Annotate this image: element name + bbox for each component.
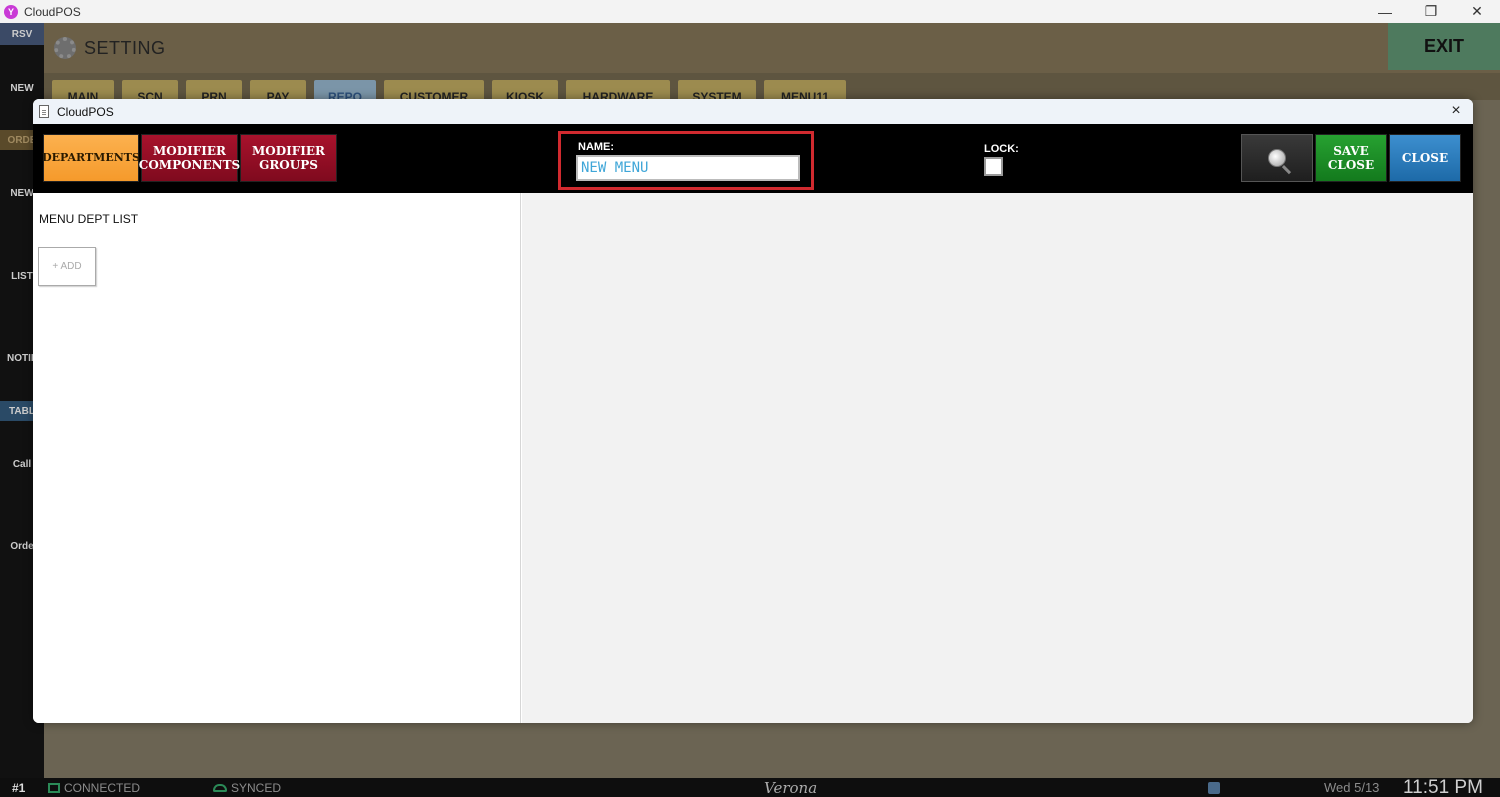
menu-dept-list-title: MENU DEPT LIST (39, 212, 139, 226)
close-button[interactable]: CLOSE (1389, 134, 1461, 182)
status-bar: #1 CONNECTED SYNCED Verona Wed 5/13 11:5… (0, 776, 1500, 797)
name-highlight-box: NAME: (558, 131, 814, 190)
cloudpos-app-icon: Y (4, 4, 18, 19)
connection-status: CONNECTED (48, 781, 140, 795)
document-icon (39, 105, 49, 118)
search-button[interactable] (1241, 134, 1313, 182)
terminal-number: #1 (12, 780, 26, 795)
status-date: Wed 5/13 (1324, 780, 1380, 795)
search-icon (1268, 149, 1286, 167)
window-close-icon[interactable]: ✕ (1454, 0, 1500, 23)
departments-button[interactable]: DEPARTMENTS (42, 134, 140, 182)
gear-icon (54, 37, 76, 59)
detail-panel (522, 193, 1473, 723)
modifier-components-label: MODIFIER COMPONENTS (138, 144, 241, 172)
device-icon (1208, 781, 1220, 794)
sidebar-item-rsv[interactable]: RSV (0, 23, 44, 45)
restore-icon[interactable]: ❐ (1408, 0, 1454, 23)
exit-button[interactable]: EXIT (1388, 23, 1500, 70)
monitor-icon (48, 782, 60, 793)
close-label: CLOSE (1401, 151, 1449, 165)
modifier-groups-button[interactable]: MODIFIER GROUPS (240, 134, 337, 182)
modifier-components-button[interactable]: MODIFIER COMPONENTS (138, 134, 241, 182)
os-window-title: CloudPOS (24, 4, 81, 19)
status-time: 11:51 PM (1403, 776, 1483, 797)
dialog-toolbar: DEPARTMENTS MODIFIER COMPONENTS MODIFIER… (33, 124, 1473, 193)
dialog-close-icon[interactable]: × (1447, 102, 1465, 120)
menu-name-input[interactable] (576, 155, 800, 181)
minimize-icon[interactable]: — (1362, 0, 1408, 23)
add-department-button[interactable]: + ADD (38, 247, 96, 286)
save-close-button[interactable]: SAVE CLOSE (1315, 134, 1387, 182)
dialog-titlebar: CloudPOS × (33, 99, 1473, 124)
os-titlebar: Y CloudPOS — ❐ ✕ (0, 0, 1500, 23)
background-header: SETTING EXIT (44, 23, 1500, 73)
save-close-label: SAVE CLOSE (1327, 144, 1375, 172)
location-name: Verona (764, 778, 818, 797)
cloud-icon (213, 783, 227, 792)
sync-status: SYNCED (213, 781, 281, 795)
lock-checkbox[interactable] (984, 157, 1003, 176)
background-tabs: MAIN SCN PRN PAY REPO CUSTOMER KIOSK HAR… (44, 80, 846, 102)
lock-label: LOCK: (984, 143, 1019, 155)
dialog-title: CloudPOS (57, 104, 114, 119)
menu-dept-list-panel: MENU DEPT LIST + ADD (33, 193, 521, 723)
menu-editor-dialog: CloudPOS × DEPARTMENTS MODIFIER COMPONEN… (33, 99, 1473, 723)
os-window-controls: — ❐ ✕ (1362, 0, 1500, 23)
name-label: NAME: (578, 141, 615, 153)
departments-label: DEPARTMENTS (42, 151, 140, 164)
setting-title: SETTING (84, 37, 166, 58)
modifier-groups-label: MODIFIER GROUPS (251, 144, 325, 172)
